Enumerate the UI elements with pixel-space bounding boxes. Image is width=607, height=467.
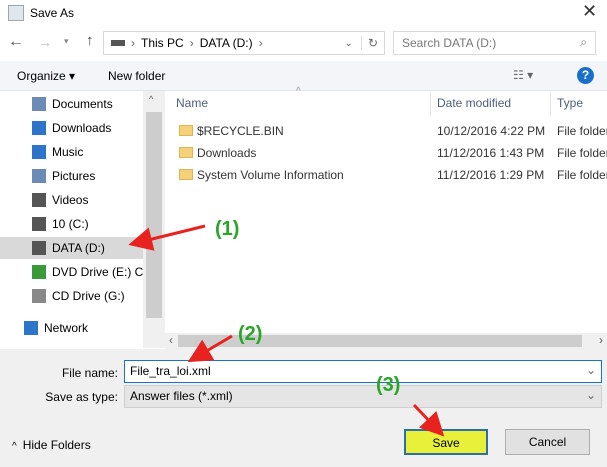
- annotation-arrow-1: [128, 224, 206, 251]
- annotation-arrow-2: [187, 334, 233, 363]
- annotation-layer: [128, 224, 445, 437]
- annotation-label-2: (2): [238, 323, 263, 345]
- annotation-label-1: (1): [215, 218, 240, 240]
- annotation-arrow-3: [412, 403, 445, 437]
- annotation-label-3: (3): [376, 374, 401, 396]
